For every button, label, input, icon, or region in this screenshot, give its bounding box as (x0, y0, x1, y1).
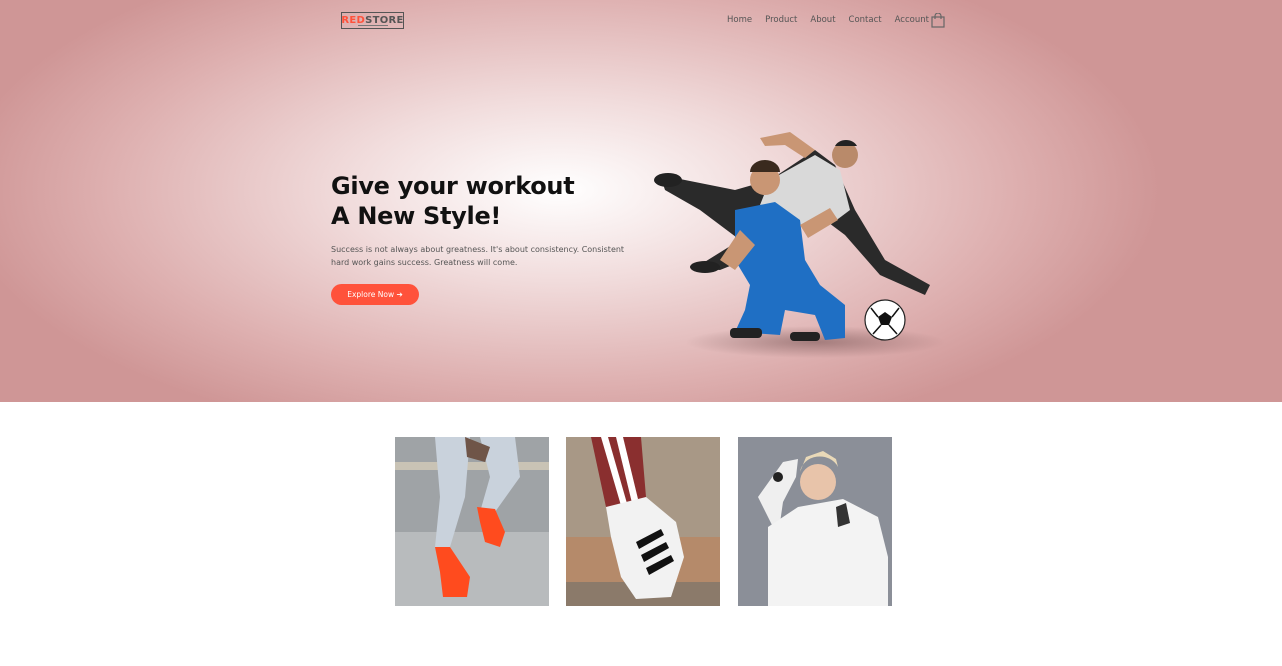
nav-product[interactable]: Product (765, 15, 797, 25)
featured-image-woman-hoodie[interactable] (738, 437, 892, 606)
store-logo[interactable]: RED STORE (341, 12, 404, 29)
hero-headline: Give your workout A New Style! (331, 171, 575, 231)
featured-image-orange-sneakers[interactable] (395, 437, 549, 606)
shopping-bag-icon[interactable] (931, 12, 945, 28)
headline-line-2: A New Style! (331, 202, 502, 230)
nav-about[interactable]: About (810, 15, 835, 25)
hero-description: Success is not always about greatness. I… (331, 245, 625, 267)
main-nav: Home Product About Contact Account (727, 15, 942, 25)
featured-image-white-sneakers[interactable] (566, 437, 720, 606)
nav-home[interactable]: Home (727, 15, 752, 25)
hero-section: RED STORE Home Product About Contact Acco… (0, 0, 1282, 402)
nav-contact[interactable]: Contact (849, 15, 882, 25)
nav-account[interactable]: Account (895, 15, 929, 25)
headline-line-1: Give your workout (331, 172, 575, 200)
explore-now-button[interactable]: Explore Now ➔ (331, 284, 419, 305)
football-players-image (640, 110, 950, 370)
